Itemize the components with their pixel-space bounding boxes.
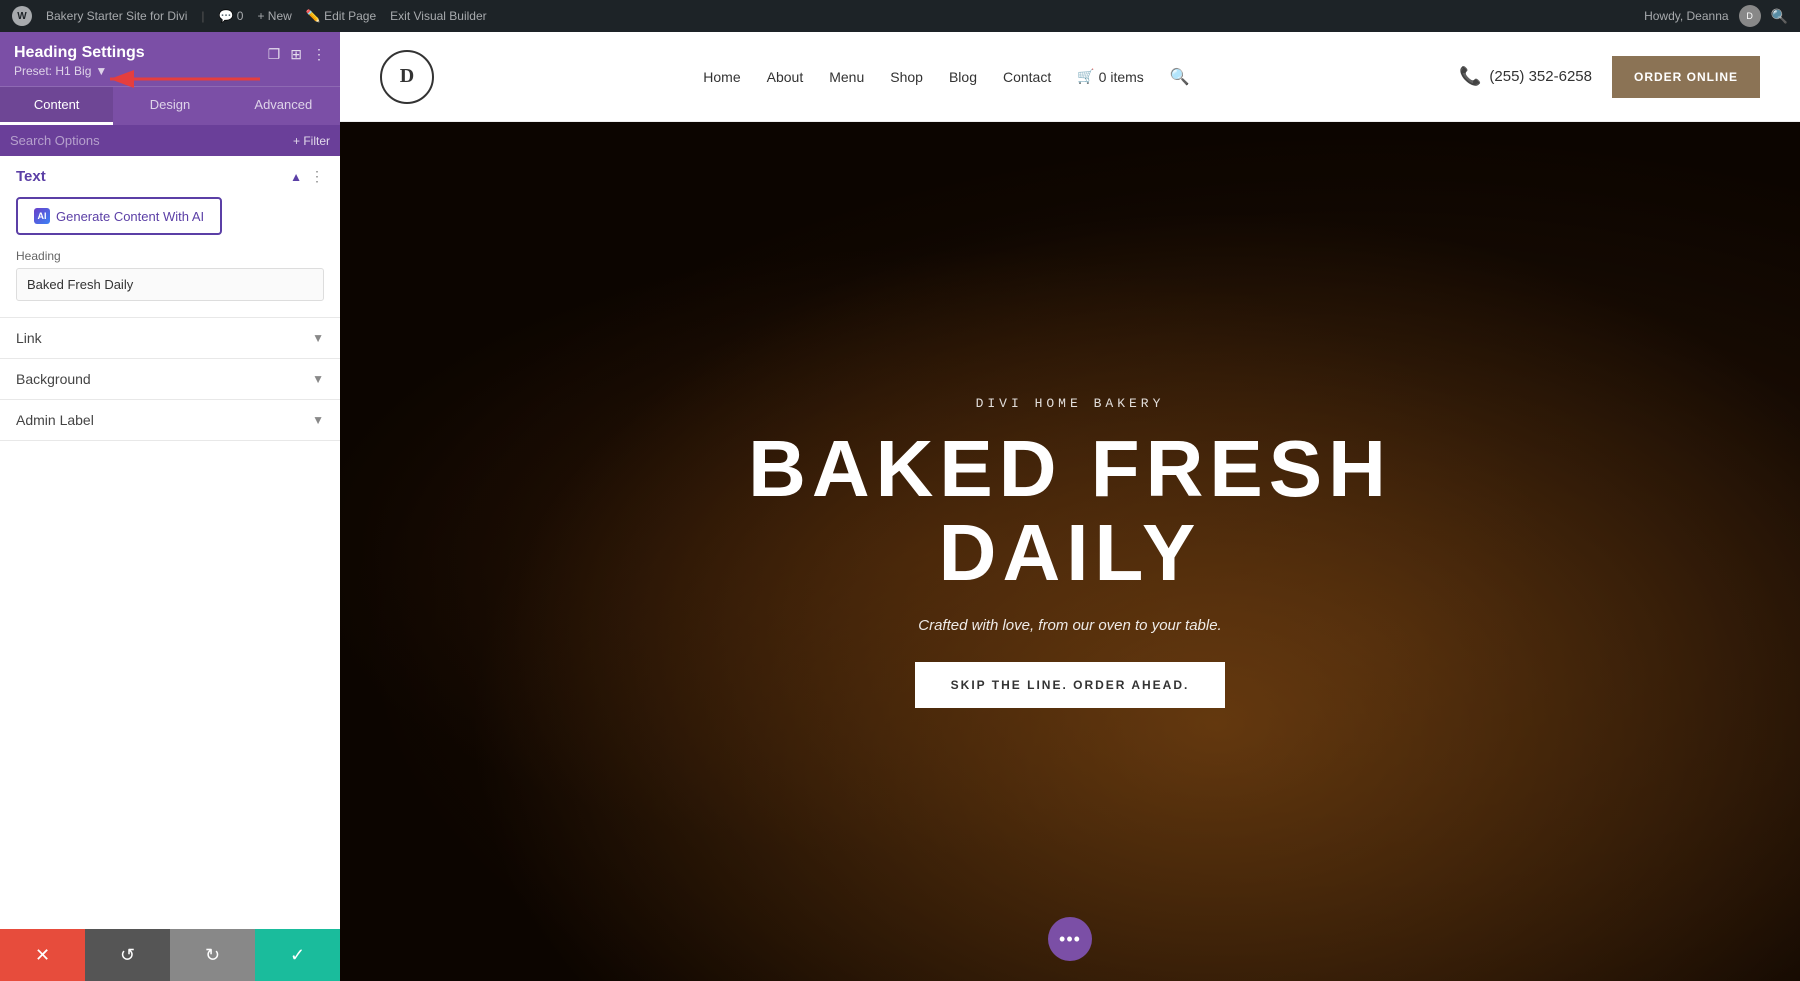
nav-cart[interactable]: 🛒 0 items bbox=[1077, 68, 1144, 85]
hero-content: DIVI HOME BAKERY BAKED FRESHDAILY Crafte… bbox=[728, 376, 1412, 728]
admin-bar-search-icon[interactable]: 🔍 bbox=[1771, 8, 1788, 25]
wp-logo-icon[interactable]: W bbox=[12, 6, 32, 26]
background-section-header[interactable]: Background ▼ bbox=[0, 359, 340, 399]
admin-bar-edit-page[interactable]: ✏️ Edit Page bbox=[306, 9, 376, 23]
nav-shop[interactable]: Shop bbox=[890, 69, 923, 85]
search-options-input[interactable] bbox=[10, 133, 285, 148]
admin-label-section-header[interactable]: Admin Label ▼ bbox=[0, 400, 340, 440]
background-section-title: Background bbox=[16, 371, 91, 387]
site-nav-right: 📞 (255) 352-6258 ORDER ONLINE bbox=[1459, 56, 1760, 98]
site-search-icon[interactable]: 🔍 bbox=[1170, 67, 1190, 87]
heading-field-group: Heading bbox=[0, 249, 340, 317]
preset-label: Preset: H1 Big bbox=[14, 64, 91, 78]
heading-input[interactable] bbox=[16, 268, 324, 301]
hero-section: DIVI HOME BAKERY BAKED FRESHDAILY Crafte… bbox=[340, 122, 1800, 981]
phone-number: (255) 352-6258 bbox=[1489, 68, 1592, 85]
panel-body: Text ▲ ⋮ AI Generate Content With AI Hea… bbox=[0, 156, 340, 929]
site-nav: D Home About Menu Shop Blog Contact 🛒 0 … bbox=[340, 32, 1800, 122]
phone-icon: 📞 bbox=[1459, 66, 1481, 87]
site-logo: D bbox=[380, 50, 434, 104]
tab-design[interactable]: Design bbox=[113, 87, 226, 125]
background-section-chevron-icon: ▼ bbox=[312, 372, 324, 386]
tab-content[interactable]: Content bbox=[0, 87, 113, 125]
link-section-title: Link bbox=[16, 330, 42, 346]
admin-label-section-chevron-icon: ▼ bbox=[312, 413, 324, 427]
text-section: Text ▲ ⋮ AI Generate Content With AI Hea… bbox=[0, 156, 340, 318]
text-section-header[interactable]: Text ▲ ⋮ bbox=[0, 156, 340, 193]
panel-header: Heading Settings Preset: H1 Big ▼ ❐ ⊞ ⋮ bbox=[0, 32, 340, 87]
hero-cta-button[interactable]: SKIP THE LINE. ORDER AHEAD. bbox=[915, 662, 1226, 708]
text-section-dots-icon[interactable]: ⋮ bbox=[310, 168, 324, 185]
tab-advanced[interactable]: Advanced bbox=[227, 87, 340, 125]
left-panel: Heading Settings Preset: H1 Big ▼ ❐ ⊞ ⋮ bbox=[0, 32, 340, 981]
save-button[interactable]: ✓ bbox=[255, 929, 340, 981]
site-preview: D Home About Menu Shop Blog Contact 🛒 0 … bbox=[340, 32, 1800, 981]
heading-field-label: Heading bbox=[16, 249, 324, 263]
cancel-icon: ✕ bbox=[35, 945, 50, 966]
nav-menu[interactable]: Menu bbox=[829, 69, 864, 85]
admin-label-section: Admin Label ▼ bbox=[0, 400, 340, 441]
phone-area: 📞 (255) 352-6258 bbox=[1459, 66, 1592, 87]
admin-bar-exit-builder[interactable]: Exit Visual Builder bbox=[390, 9, 487, 23]
site-nav-links: Home About Menu Shop Blog Contact 🛒 0 it… bbox=[703, 67, 1189, 87]
background-section: Background ▼ bbox=[0, 359, 340, 400]
panel-header-icons: ❐ ⊞ ⋮ bbox=[268, 46, 326, 63]
wp-admin-bar: W Bakery Starter Site for Divi | 💬 0 + N… bbox=[0, 0, 1800, 32]
panel-header-left: Heading Settings Preset: H1 Big ▼ bbox=[14, 44, 145, 78]
admin-bar-new[interactable]: + New bbox=[257, 9, 291, 23]
hero-description: Crafted with love, from our oven to your… bbox=[748, 617, 1392, 634]
hero-dots-button[interactable]: ••• bbox=[1048, 917, 1092, 961]
admin-bar-left: W Bakery Starter Site for Divi | 💬 0 + N… bbox=[12, 6, 487, 26]
cancel-button[interactable]: ✕ bbox=[0, 929, 85, 981]
admin-bar-right: Howdy, Deanna D 🔍 bbox=[1644, 5, 1788, 27]
order-online-button[interactable]: ORDER ONLINE bbox=[1612, 56, 1760, 98]
panel-title: Heading Settings bbox=[14, 44, 145, 62]
ai-icon: AI bbox=[34, 208, 50, 224]
nav-contact[interactable]: Contact bbox=[1003, 69, 1051, 85]
search-bar: + Filter bbox=[0, 125, 340, 156]
main-layout: Heading Settings Preset: H1 Big ▼ ❐ ⊞ ⋮ bbox=[0, 32, 1800, 981]
admin-label-section-title: Admin Label bbox=[16, 412, 94, 428]
hero-title: BAKED FRESHDAILY bbox=[748, 427, 1392, 595]
more-options-icon[interactable]: ⋮ bbox=[312, 46, 326, 63]
panel-footer: ✕ ↺ ↻ ✓ bbox=[0, 929, 340, 981]
admin-bar-avatar[interactable]: D bbox=[1739, 5, 1761, 27]
link-section-header[interactable]: Link ▼ bbox=[0, 318, 340, 358]
cart-count: 0 items bbox=[1099, 69, 1144, 85]
redo-icon: ↻ bbox=[205, 945, 220, 966]
undo-icon: ↺ bbox=[120, 945, 135, 966]
copy-icon[interactable]: ❐ bbox=[268, 46, 281, 63]
undo-button[interactable]: ↺ bbox=[85, 929, 170, 981]
text-section-controls: ▲ ⋮ bbox=[290, 168, 324, 185]
ai-generate-label: Generate Content With AI bbox=[56, 209, 204, 224]
preset-dropdown-icon: ▼ bbox=[95, 64, 107, 78]
nav-about[interactable]: About bbox=[767, 69, 804, 85]
hero-subtitle: DIVI HOME BAKERY bbox=[748, 396, 1392, 411]
grid-icon[interactable]: ⊞ bbox=[290, 46, 302, 63]
hero-dots-icon: ••• bbox=[1059, 929, 1081, 950]
admin-bar-comments[interactable]: 💬 0 bbox=[219, 9, 244, 23]
tab-bar: Content Design Advanced bbox=[0, 87, 340, 125]
text-section-title: Text bbox=[16, 168, 46, 185]
nav-blog[interactable]: Blog bbox=[949, 69, 977, 85]
nav-home[interactable]: Home bbox=[703, 69, 740, 85]
redo-button[interactable]: ↻ bbox=[170, 929, 255, 981]
panel-preset-dropdown[interactable]: Preset: H1 Big ▼ bbox=[14, 64, 145, 78]
filter-button[interactable]: + Filter bbox=[293, 134, 330, 148]
admin-bar-howdy: Howdy, Deanna bbox=[1644, 9, 1729, 23]
text-section-chevron-icon: ▲ bbox=[290, 170, 302, 184]
cart-icon: 🛒 bbox=[1077, 68, 1094, 85]
link-section-chevron-icon: ▼ bbox=[312, 331, 324, 345]
save-icon: ✓ bbox=[290, 945, 305, 966]
ai-generate-button[interactable]: AI Generate Content With AI bbox=[16, 197, 222, 235]
admin-bar-site-name[interactable]: Bakery Starter Site for Divi bbox=[46, 9, 187, 23]
link-section: Link ▼ bbox=[0, 318, 340, 359]
